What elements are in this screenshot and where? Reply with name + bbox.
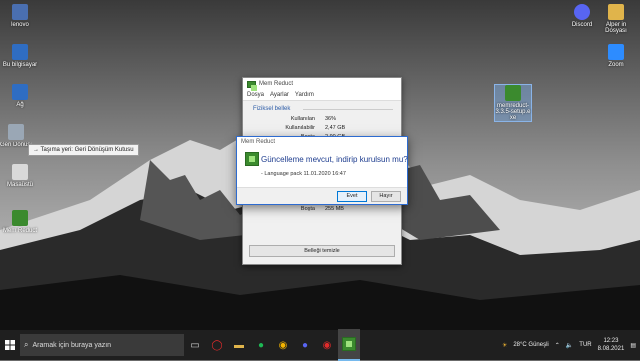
mem-reduct-icon xyxy=(245,152,259,166)
taskbar: ⌕ Aramak için buraya yazın ▭ ◯ ▬ ● ◉ ● ◉… xyxy=(0,329,640,361)
yes-button[interactable]: Evet xyxy=(337,191,367,202)
clock[interactable]: 12:23 8.08.2021 xyxy=(598,337,625,353)
window-title: Mem Reduct xyxy=(259,81,294,87)
file-icon xyxy=(12,164,28,180)
computer-icon xyxy=(12,44,28,60)
menu-help[interactable]: Yardım xyxy=(295,92,314,98)
dialog-question: Güncelleme mevcut, indirip kurulsun mu? xyxy=(261,155,408,164)
desktop-icon-network[interactable]: Ağ xyxy=(0,84,40,108)
window-titlebar[interactable]: Mem Reduct xyxy=(243,78,401,91)
network-icon xyxy=(12,84,28,100)
group-divider xyxy=(303,109,393,110)
clock-date: 8.08.2021 xyxy=(597,346,625,352)
desktop-icon-masaustu[interactable]: Masaüstü xyxy=(0,164,40,188)
chrome-icon: ◉ xyxy=(278,339,288,351)
desktop-icon-lenovo[interactable]: lenovo xyxy=(0,4,40,28)
zoom-icon xyxy=(608,44,624,60)
discord-icon: ● xyxy=(301,339,309,351)
installer-icon xyxy=(505,85,521,101)
taskbar-explorer[interactable]: ▬ xyxy=(228,330,250,360)
clock-time: 12:23 xyxy=(603,338,619,344)
spotify-icon: ● xyxy=(257,339,265,351)
task-view-icon: ▭ xyxy=(190,339,200,351)
discord-icon xyxy=(574,4,590,20)
search-icon: ⌕ xyxy=(24,340,29,349)
menu-settings[interactable]: Ayarlar xyxy=(270,92,289,98)
weather-text[interactable]: 28°C Güneşli xyxy=(513,342,548,348)
taskbar-spotify[interactable]: ● xyxy=(250,330,272,360)
update-dialog[interactable]: Mem Reduct Güncelleme mevcut, indirip ku… xyxy=(236,136,408,205)
recycle-bin-icon xyxy=(8,124,24,140)
clean-memory-button[interactable]: Belleği temizle xyxy=(249,245,395,257)
taskbar-discord[interactable]: ● xyxy=(294,330,316,360)
dialog-language-pack: - Language pack 11.01.2020 16:47 xyxy=(261,171,346,177)
mem-reduct-icon xyxy=(342,337,356,351)
weather-icon: ☀ xyxy=(501,342,508,349)
drag-tooltip: → Taşıma yeri: Geri Dönüşüm Kutusu xyxy=(28,144,139,156)
record-icon: ◉ xyxy=(322,339,332,351)
folder-icon: ▬ xyxy=(234,339,244,351)
task-view-button[interactable]: ▭ xyxy=(184,330,206,360)
volume-icon[interactable]: 🔈 xyxy=(566,342,573,349)
taskbar-recorder[interactable]: ◉ xyxy=(316,330,338,360)
opera-icon: ◯ xyxy=(211,339,223,351)
dialog-title: Mem Reduct xyxy=(241,139,276,145)
dialog-footer: Evet Hayır xyxy=(237,187,407,204)
folder-icon xyxy=(608,4,624,20)
desktop-icon-zoom[interactable]: Zoom xyxy=(596,44,636,68)
taskbar-chrome[interactable]: ◉ xyxy=(272,330,294,360)
desktop-icon-this-pc[interactable]: Bu bilgisayar xyxy=(0,44,40,68)
desktop-icon-setup-file[interactable]: memreduct-3.3.5-setup.exe xyxy=(494,84,532,122)
windows-icon xyxy=(5,340,15,350)
menu-file[interactable]: Dosya xyxy=(247,92,264,98)
notification-icon[interactable]: ▤ xyxy=(630,342,636,349)
user-folder-icon xyxy=(12,4,28,20)
system-tray: ☀ 28°C Güneşli ⌃ 🔈 TUR 12:23 8.08.2021 ▤ xyxy=(502,330,640,360)
start-button[interactable] xyxy=(0,330,20,360)
group-physical-memory: Fiziksel bellek xyxy=(253,106,291,112)
taskbar-opera[interactable]: ◯ xyxy=(206,330,228,360)
menu-bar: Dosya Ayarlar Yardım xyxy=(243,90,401,101)
taskbar-search[interactable]: ⌕ Aramak için buraya yazın xyxy=(20,334,184,356)
search-placeholder: Aramak için buraya yazın xyxy=(32,341,112,349)
desktop-icon-mem-reduct[interactable]: Mem Reduct xyxy=(0,210,40,234)
tray-overflow-icon[interactable]: ⌃ xyxy=(555,342,560,349)
taskbar-mem-reduct[interactable] xyxy=(338,329,360,361)
app-icon xyxy=(247,80,257,91)
mem-reduct-icon xyxy=(12,210,28,226)
no-button[interactable]: Hayır xyxy=(371,191,401,202)
desktop-icon-user-folder[interactable]: Alper in Dosyası xyxy=(596,4,636,34)
language-indicator[interactable]: TUR xyxy=(579,342,591,348)
dialog-app-icon xyxy=(245,152,259,166)
